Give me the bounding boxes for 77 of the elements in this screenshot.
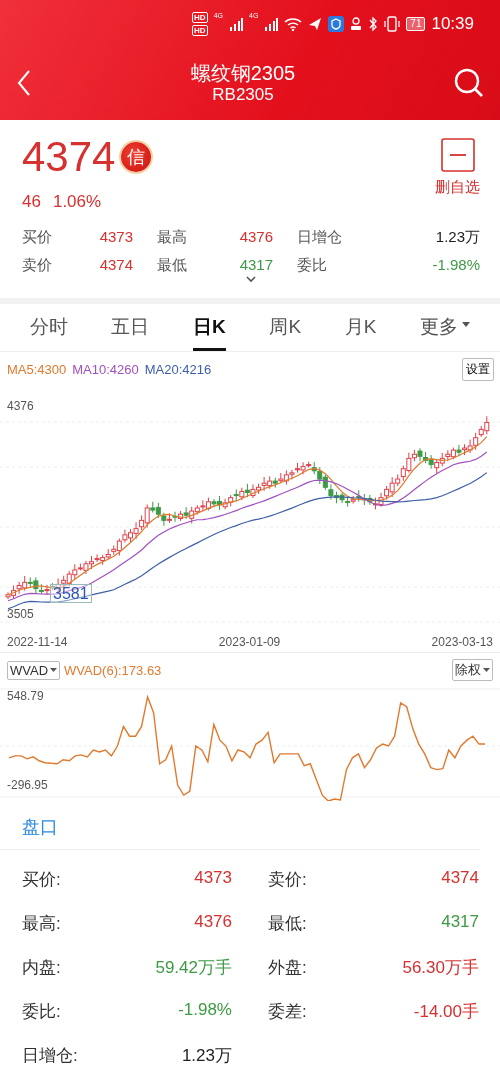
field-value: 4373 (193, 868, 232, 889)
chart-tab[interactable]: 月K (338, 304, 383, 351)
stat-value: 4374 (98, 256, 134, 275)
indicator-value: WVAD(6):173.63 (64, 662, 162, 678)
stat-label: 卖价 (22, 256, 53, 275)
moving-average-value: MA20:4216 (144, 362, 212, 377)
axis-min-label: -296.95 (7, 778, 48, 792)
clock-time: 10:39 (431, 14, 474, 34)
search-icon[interactable] (454, 68, 484, 98)
field-value: 56.30万手 (401, 957, 479, 979)
chart-tab[interactable]: 五日 (105, 304, 156, 351)
send-icon (308, 17, 323, 31)
credit-badge: 信 (121, 142, 152, 172)
stat-label: 买价 (22, 228, 53, 247)
stat-value: 4376 (238, 228, 274, 247)
stat-value: -1.98% (431, 256, 480, 275)
bluetooth-icon (368, 16, 379, 32)
field-label: 外盘: (267, 957, 308, 979)
field-value: -1.98% (177, 1000, 232, 1021)
settings-button[interactable]: 设置 (462, 358, 494, 381)
moving-average-value: MA10:4260 (72, 362, 139, 377)
wifi-icon (284, 17, 303, 31)
date-label: 2023-01-09 (218, 635, 281, 651)
signal-icon (229, 17, 243, 31)
adjustment-dropdown[interactable]: 除权 (452, 659, 493, 681)
vibrate-icon (384, 16, 401, 32)
price-change: 46 (22, 192, 41, 212)
axis-high-label: 4376 (7, 399, 34, 413)
field-value: 4317 (440, 912, 479, 933)
stat-label: 日增仓 (297, 228, 343, 247)
chart-tab[interactable]: 更多 (414, 304, 477, 351)
chevron-down-icon[interactable] (245, 275, 257, 283)
minus-icon (440, 138, 475, 172)
signal-icon (264, 17, 279, 31)
section-title: 盘口 (0, 801, 480, 850)
field-label: 委差: (267, 1001, 308, 1023)
stat-value: 1.23万 (434, 228, 480, 247)
field-value: 59.42万手 (154, 957, 232, 979)
field-value: 4376 (193, 912, 232, 933)
stat-value: 4373 (98, 228, 134, 247)
field-value: -14.00手 (412, 1001, 479, 1023)
chart-tab[interactable]: 日K (187, 304, 232, 351)
back-icon[interactable] (16, 69, 32, 97)
axis-max-label: 548.79 (7, 689, 44, 703)
chart-tab[interactable]: 周K (263, 304, 308, 351)
date-label: 2022-11-14 (7, 635, 68, 651)
moving-average-value: MA5:4300 (7, 362, 67, 377)
dropdown-icon (50, 665, 58, 675)
field-label: 委比: (22, 1001, 62, 1023)
price-change-percent: 1.06% (52, 192, 102, 212)
axis-low-label: 3505 (7, 607, 34, 621)
field-label: 日增仓: (22, 1045, 79, 1067)
field-label: 卖价: (267, 869, 308, 891)
price-marker-label: 3581 (50, 584, 92, 603)
field-value: 4374 (440, 868, 479, 889)
page-subtitle: RB2305 (212, 85, 274, 105)
stat-label: 最高 (157, 228, 188, 247)
sim-label: HD (192, 25, 208, 36)
indicator-dropdown[interactable]: WVAD (7, 660, 61, 680)
field-label: 最低: (267, 913, 308, 935)
date-label: 2023-03-13 (431, 635, 493, 651)
stat-label: 委比 (297, 256, 328, 275)
field-label: 内盘: (22, 957, 62, 979)
battery-level: 71 (406, 17, 426, 31)
chart-tab[interactable]: 分时 (23, 304, 74, 351)
shield-icon (328, 16, 345, 32)
field-label: 买价: (22, 869, 62, 891)
field-value: 1.23万 (180, 1045, 232, 1067)
page-title: 螺纹钢2305 (190, 61, 296, 85)
sim-label: HD (192, 12, 208, 23)
stat-label: 最低 (157, 256, 188, 275)
stat-value: 4317 (238, 256, 274, 275)
last-price: 4374 (22, 134, 116, 180)
app-icon (350, 17, 363, 31)
field-label: 最高: (22, 913, 62, 935)
remove-watchlist-button[interactable]: 删自选 (435, 138, 480, 212)
dropdown-icon (483, 665, 490, 675)
